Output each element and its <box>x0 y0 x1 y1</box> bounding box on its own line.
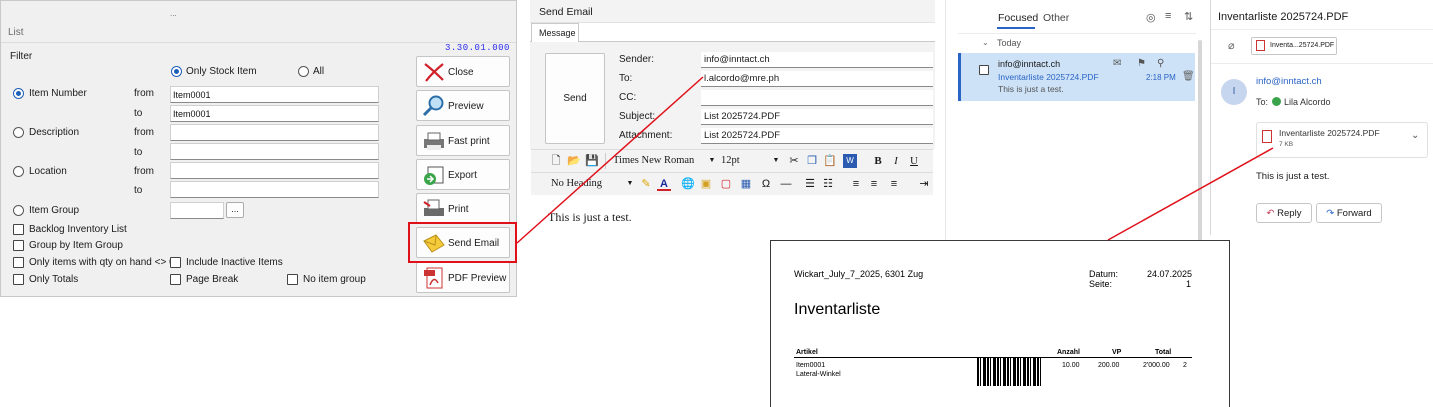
connector-line-2 <box>1107 147 1274 241</box>
connector-line-1 <box>516 76 704 244</box>
connector-lines <box>516 76 1274 244</box>
